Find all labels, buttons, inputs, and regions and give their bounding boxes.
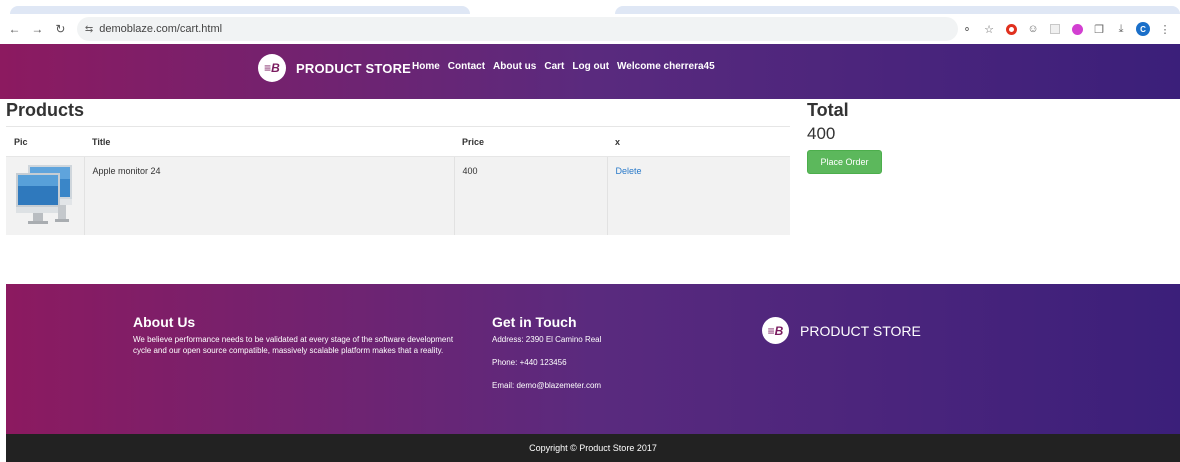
table-row: Apple monitor 24 400 Delete: [6, 156, 790, 235]
copyright-text: Copyright © Product Store 2017: [529, 443, 657, 453]
footer-contact-title: Get in Touch: [492, 314, 577, 330]
blazemeter-logo-icon: ≡B: [258, 54, 286, 82]
footer-about: About Us We believe performance needs to…: [133, 314, 463, 356]
pink-extension-icon[interactable]: [1068, 20, 1086, 38]
cart-table: Pic Title Price x Apple monitor 24 400 D…: [6, 126, 790, 235]
opera-extension-icon[interactable]: [1002, 20, 1020, 38]
browser-tab[interactable]: [615, 6, 1180, 14]
browser-tab[interactable]: [10, 6, 470, 14]
nav-log-out[interactable]: Log out: [572, 61, 609, 72]
url-text: demoblaze.com/cart.html: [99, 23, 223, 35]
column-pic: Pic: [6, 126, 84, 157]
footer-email: Email: demo@blazemeter.com: [492, 381, 602, 390]
apple-monitor-image: [16, 165, 72, 224]
extension-icon[interactable]: ☺: [1024, 20, 1042, 38]
browser-tab-strip: [0, 0, 1180, 14]
delete-link[interactable]: Delete: [616, 166, 642, 176]
column-price: Price: [454, 126, 607, 157]
products-heading: Products: [6, 100, 85, 120]
toolbar-extensions: ⚬ ☆ ☺ ❐ ⤓ C ⋮: [958, 20, 1174, 38]
nav-home[interactable]: Home: [412, 61, 440, 72]
product-price-cell: 400: [453, 156, 607, 235]
nav-about-us[interactable]: About us: [493, 61, 536, 72]
nav-cart[interactable]: Cart: [544, 61, 564, 72]
site-settings-icon[interactable]: ⇆: [85, 24, 93, 35]
back-arrow-icon[interactable]: ←: [6, 20, 23, 38]
address-bar[interactable]: ⇆ demoblaze.com/cart.html: [76, 17, 958, 41]
table-header-row: Pic Title Price x: [6, 126, 790, 157]
footer-logo-icon: ≡B: [762, 317, 789, 344]
footer-brand-name: PRODUCT STORE: [800, 322, 921, 339]
download-icon[interactable]: ⤓: [1112, 20, 1130, 38]
place-order-button[interactable]: Place Order: [807, 150, 882, 174]
password-key-icon[interactable]: ⚬: [958, 20, 976, 38]
footer-phone: Phone: +440 123456: [492, 358, 567, 367]
nav-welcome-user[interactable]: Welcome cherrera45: [617, 61, 715, 72]
brand-name: PRODUCT STORE: [296, 60, 412, 76]
kebab-menu-icon[interactable]: ⋮: [1156, 20, 1174, 38]
total-heading: Total: [807, 100, 849, 120]
footer-address: Address: 2390 El Camino Real: [492, 335, 602, 344]
site-header: ≡B PRODUCT STORE Home Contact About us C…: [0, 44, 1180, 99]
grey-extension-icon[interactable]: [1046, 20, 1064, 38]
product-pic-cell: [6, 156, 84, 235]
reload-icon[interactable]: ↻: [52, 20, 69, 38]
forward-arrow-icon[interactable]: →: [29, 20, 46, 38]
column-title: Title: [84, 126, 454, 157]
product-action-cell: Delete: [606, 156, 790, 235]
puzzle-extensions-icon[interactable]: ❐: [1090, 20, 1108, 38]
site-footer: About Us We believe performance needs to…: [6, 284, 1180, 434]
nav-contact[interactable]: Contact: [448, 61, 485, 72]
total-amount: 400: [807, 124, 836, 143]
browser-toolbar: ← → ↻ ⇆ demoblaze.com/cart.html ⚬ ☆ ☺ ❐ …: [0, 14, 1180, 44]
footer-brand: ≡B PRODUCT STORE: [762, 317, 921, 344]
bookmark-star-icon[interactable]: ☆: [980, 20, 998, 38]
footer-contact: Get in Touch Address: 2390 El Camino Rea…: [492, 314, 692, 403]
main-nav: Home Contact About us Cart Log out Welco…: [412, 61, 715, 72]
column-x: x: [607, 126, 790, 157]
product-title-cell: Apple monitor 24: [83, 156, 454, 235]
copyright-bar: Copyright © Product Store 2017: [6, 434, 1180, 462]
brand-link[interactable]: ≡B PRODUCT STORE: [258, 54, 411, 82]
profile-avatar-icon[interactable]: C: [1134, 20, 1152, 38]
footer-about-title: About Us: [133, 314, 196, 330]
footer-about-text: We believe performance needs to be valid…: [133, 335, 454, 355]
